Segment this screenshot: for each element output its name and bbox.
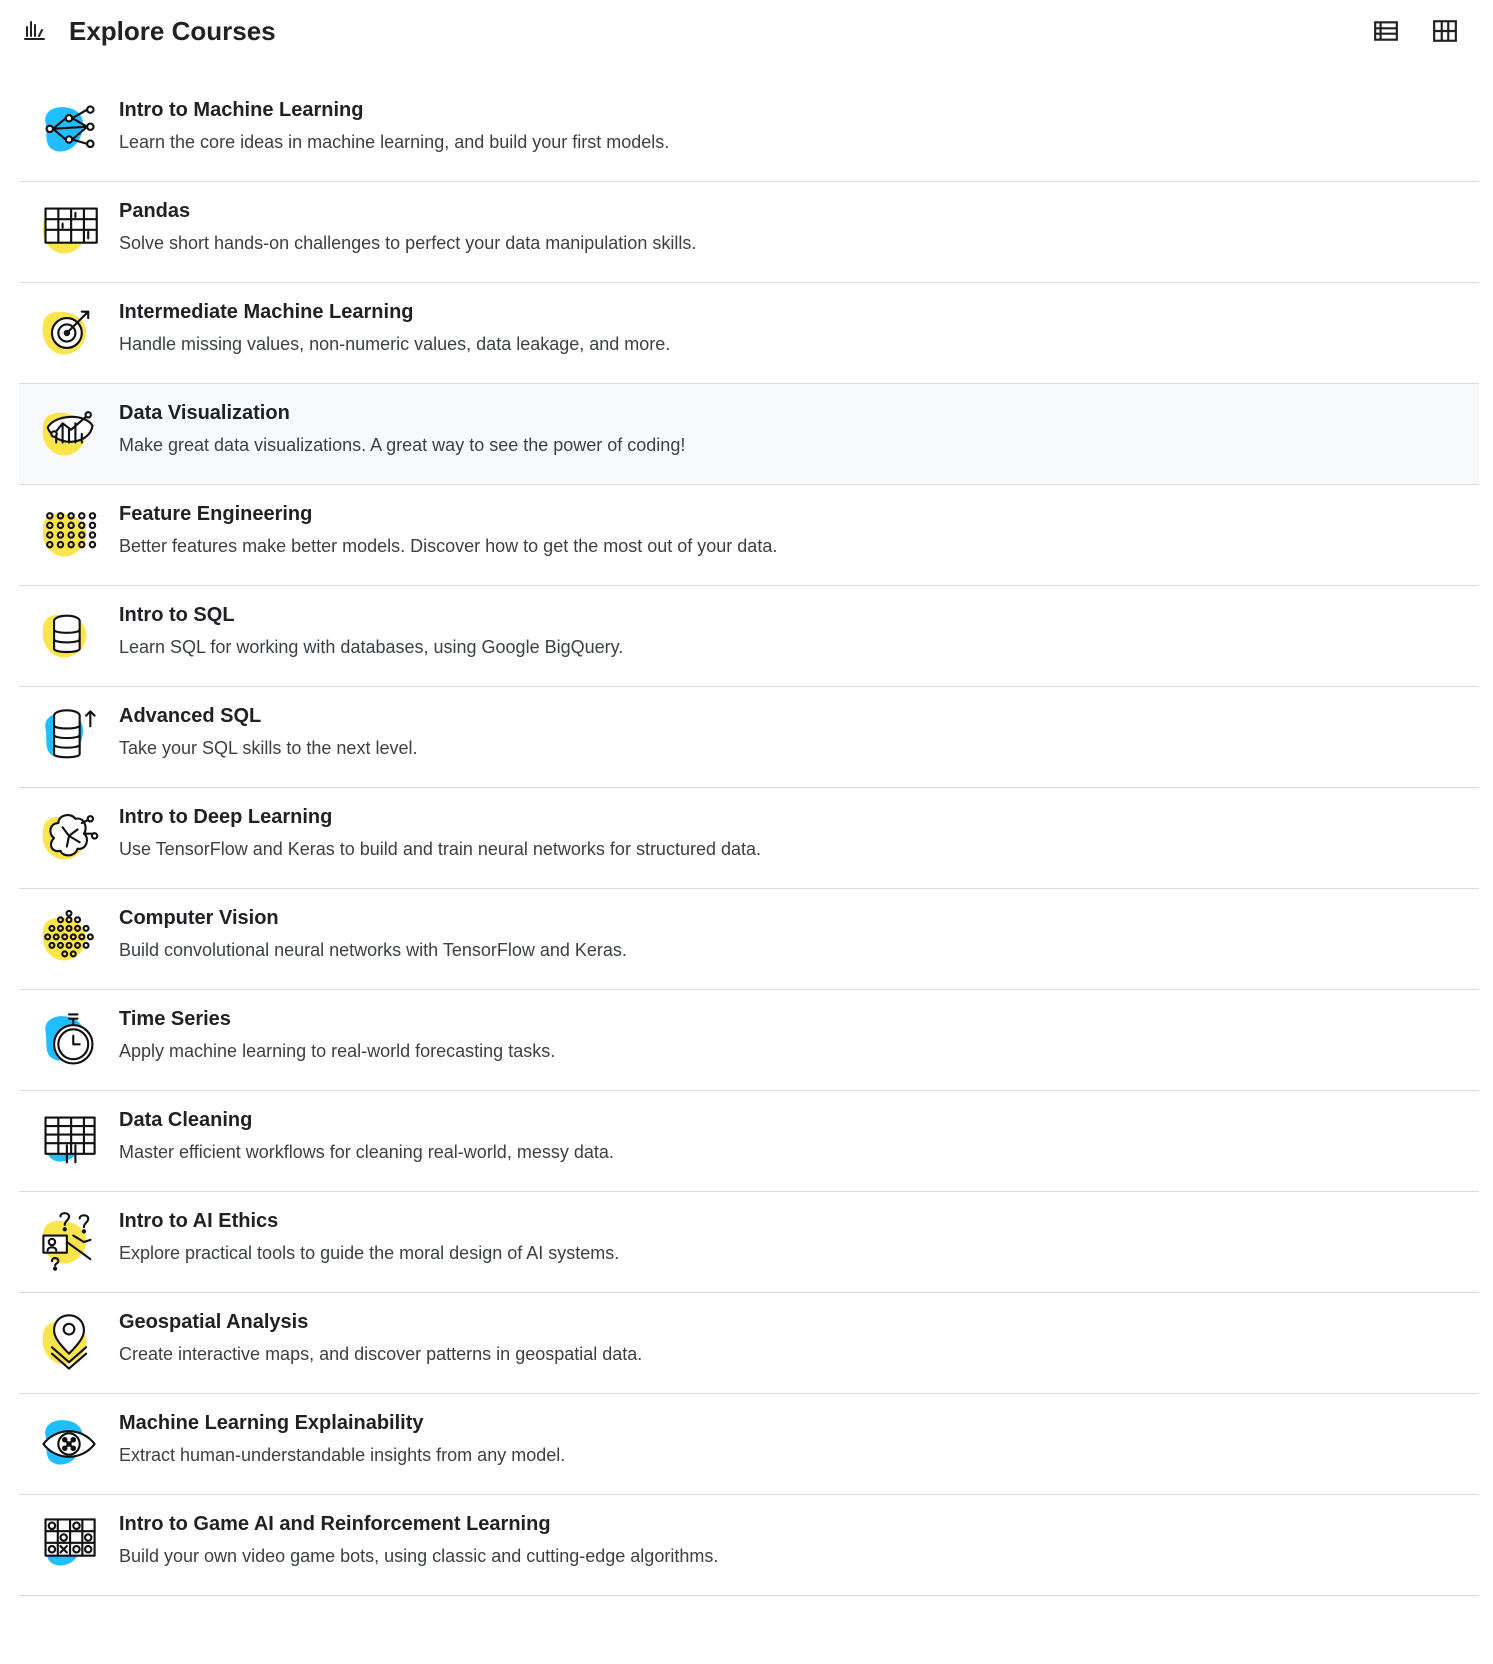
- course-item[interactable]: Advanced SQL Take your SQL skills to the …: [19, 687, 1479, 788]
- page-title: Explore Courses: [69, 16, 276, 46]
- course-title[interactable]: Data Cleaning: [119, 1107, 252, 1133]
- course-item[interactable]: Intermediate Machine Learning Handle miss…: [19, 283, 1479, 384]
- course-title[interactable]: Intro to Deep Learning: [119, 804, 332, 830]
- course-title[interactable]: Geospatial Analysis: [119, 1309, 308, 1335]
- database-icon: [37, 604, 101, 668]
- course-description: Apply machine learning to real-world for…: [119, 1041, 556, 1061]
- course-description: Use TensorFlow and Keras to build and tr…: [119, 839, 762, 859]
- grid-view-icon[interactable]: [1432, 18, 1458, 44]
- map-pin-icon: [37, 1311, 101, 1375]
- course-title[interactable]: Intro to Machine Learning: [119, 97, 363, 123]
- bar-chart-icon: [24, 21, 45, 40]
- course-title[interactable]: Feature Engineering: [119, 501, 312, 527]
- course-description: Handle missing values, non-numeric value…: [119, 334, 671, 354]
- course-title[interactable]: Pandas: [119, 198, 190, 224]
- eye-network-icon: [37, 1412, 101, 1476]
- course-description: Solve short hands-on challenges to perfe…: [119, 233, 697, 253]
- course-item[interactable]: Data Cleaning Master efficient workflows …: [19, 1091, 1479, 1192]
- course-description: Learn the core ideas in machine learning…: [119, 132, 670, 152]
- network-nodes-icon: [37, 99, 101, 163]
- target-icon: [37, 301, 101, 365]
- list-view-icon[interactable]: [1373, 18, 1399, 44]
- course-description: Better features make better models. Disc…: [119, 536, 778, 556]
- course-item[interactable]: Computer Vision Build convolutional neura…: [19, 889, 1479, 990]
- course-title[interactable]: Intro to AI Ethics: [119, 1208, 278, 1234]
- course-title[interactable]: Machine Learning Explainability: [119, 1410, 424, 1436]
- course-title[interactable]: Data Visualization: [119, 400, 290, 426]
- course-item[interactable]: Machine Learning Explainability Extract h…: [19, 1394, 1479, 1495]
- course-list: Intro to Machine Learning Learn the core …: [19, 81, 1479, 1596]
- brain-circuit-icon: [37, 806, 101, 870]
- database-up-icon: [37, 705, 101, 769]
- course-item[interactable]: Intro to SQL Learn SQL for working with d…: [19, 586, 1479, 687]
- course-description: Make great data visualizations. A great …: [119, 435, 686, 455]
- course-title[interactable]: Advanced SQL: [119, 703, 261, 729]
- course-description: Take your SQL skills to the next level.: [119, 738, 418, 758]
- chart-eye-icon: [37, 402, 101, 466]
- course-description: Extract human-understandable insights fr…: [119, 1445, 566, 1465]
- course-description: Learn SQL for working with databases, us…: [119, 637, 624, 657]
- course-title[interactable]: Intro to SQL: [119, 602, 235, 628]
- course-description: Master efficient workflows for cleaning …: [119, 1142, 614, 1162]
- course-description: Create interactive maps, and discover pa…: [119, 1344, 643, 1364]
- course-title[interactable]: Intermediate Machine Learning: [119, 299, 414, 325]
- course-description: Build your own video game bots, using cl…: [119, 1546, 719, 1566]
- course-title[interactable]: Computer Vision: [119, 905, 279, 931]
- page: Explore Courses Intro to Machine Learnin…: [0, 0, 1493, 1664]
- course-item[interactable]: Time Series Apply machine learning to rea…: [19, 990, 1479, 1091]
- course-item[interactable]: Geospatial Analysis Create interactive ma…: [19, 1293, 1479, 1394]
- ethics-question-icon: [37, 1210, 101, 1274]
- course-description: Build convolutional neural networks with…: [119, 940, 627, 960]
- course-item[interactable]: Intro to AI Ethics Explore practical tool…: [19, 1192, 1479, 1293]
- course-title[interactable]: Intro to Game AI and Reinforcement Learn…: [119, 1511, 551, 1537]
- pixel-dots-icon: [37, 907, 101, 971]
- table-grid-icon: [37, 200, 101, 264]
- page-header: Explore Courses: [0, 0, 1493, 64]
- course-item[interactable]: Pandas Solve short hands-on challenges to…: [19, 182, 1479, 283]
- course-item[interactable]: Intro to Game AI and Reinforcement Learn…: [19, 1495, 1479, 1596]
- course-item[interactable]: Intro to Deep Learning Use TensorFlow and…: [19, 788, 1479, 889]
- course-item[interactable]: Intro to Machine Learning Learn the core …: [19, 81, 1479, 182]
- game-board-icon: [37, 1513, 101, 1577]
- stopwatch-icon: [37, 1008, 101, 1072]
- dot-matrix-icon: [37, 503, 101, 567]
- spreadsheet-icon: [37, 1109, 101, 1173]
- course-item[interactable]: Data Visualization Make great data visual…: [19, 384, 1479, 485]
- course-item[interactable]: Feature Engineering Better features make …: [19, 485, 1479, 586]
- course-title[interactable]: Time Series: [119, 1006, 231, 1032]
- course-description: Explore practical tools to guide the mor…: [119, 1243, 620, 1263]
